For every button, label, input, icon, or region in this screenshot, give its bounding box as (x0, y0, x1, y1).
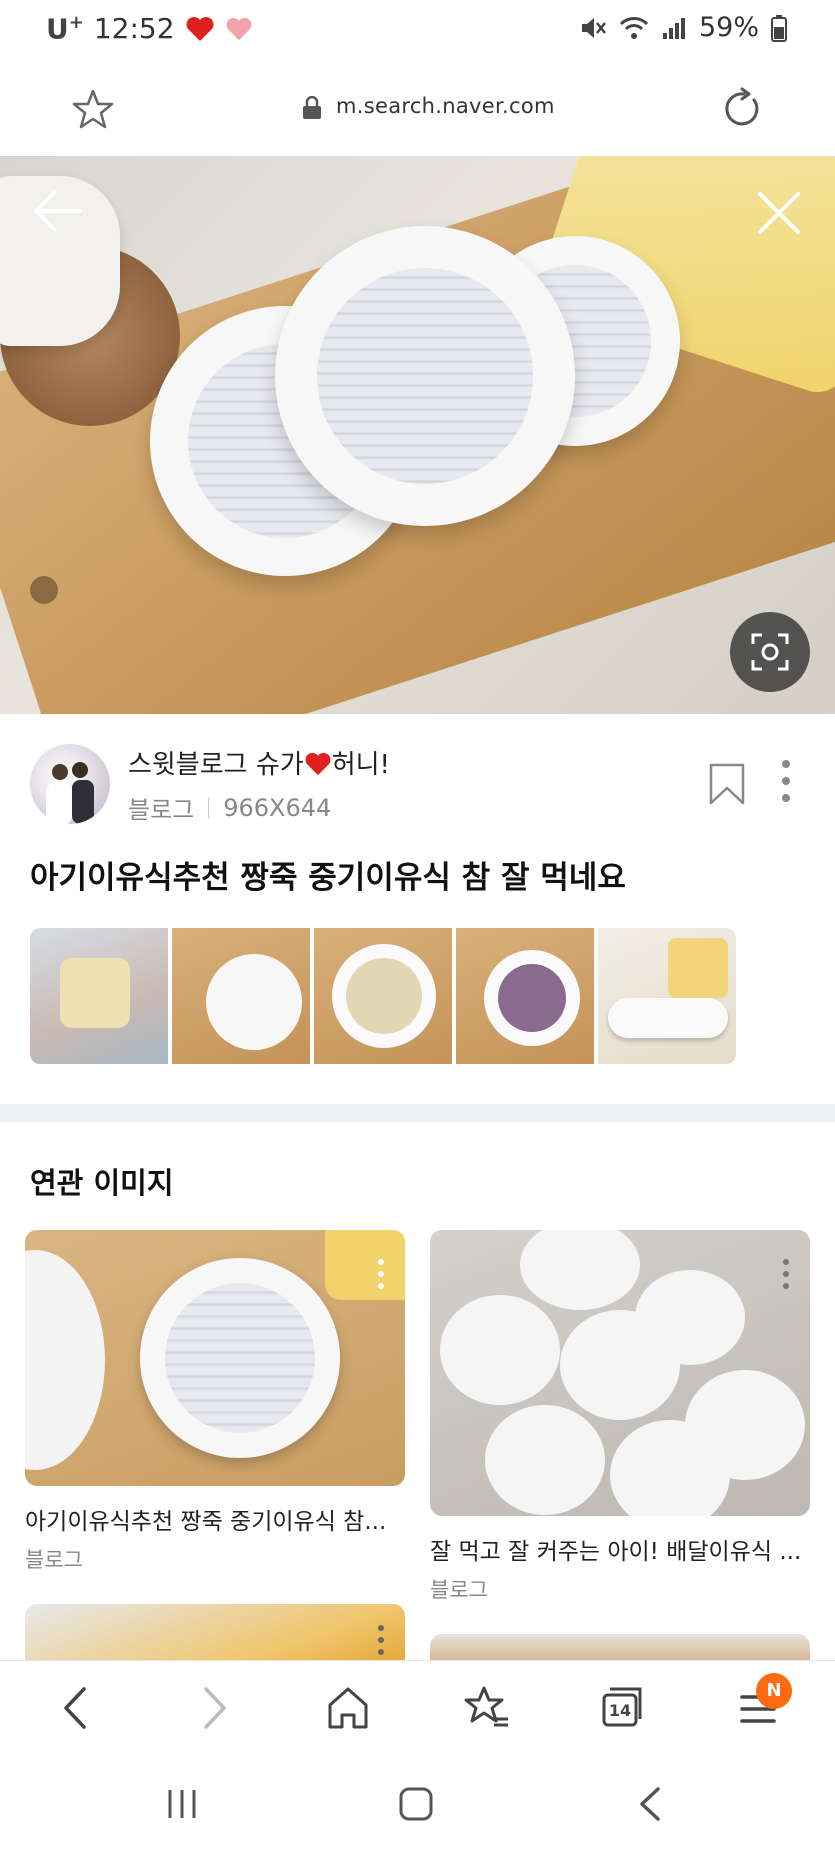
thumbnail[interactable] (598, 928, 736, 1064)
post-title[interactable]: 아기이유식추천 짱죽 중기이유식 참 잘 먹네요 (30, 852, 626, 897)
avatar[interactable] (30, 744, 110, 824)
signal-icon (662, 17, 685, 39)
home-icon[interactable] (326, 1685, 370, 1731)
wifi-icon (619, 16, 649, 39)
forward-icon[interactable] (196, 1685, 232, 1731)
related-card-image[interactable] (430, 1230, 810, 1516)
related-card-image[interactable] (25, 1230, 405, 1486)
more-vertical-icon[interactable] (782, 1258, 790, 1290)
food-cup (275, 226, 575, 526)
heart-icon (305, 752, 331, 776)
clock: 12:52 (93, 12, 175, 46)
thumbnail[interactable] (30, 928, 168, 1064)
tabs-count: 14 (608, 1701, 632, 1720)
status-bar: U+ 12:52 59% (0, 0, 835, 60)
lens-icon (751, 633, 789, 671)
tabs-button[interactable]: 14 (600, 1685, 644, 1729)
related-card[interactable]: 아기이유식추천 짱죽 중기이유식 참... 블로그 (25, 1230, 405, 1574)
back-arrow-icon[interactable] (30, 188, 84, 234)
bookmarks-icon[interactable] (462, 1685, 510, 1731)
back-icon[interactable] (58, 1685, 94, 1731)
thumbnail[interactable] (172, 928, 310, 1064)
battery-icon (771, 14, 787, 42)
more-vertical-icon[interactable] (377, 1258, 385, 1290)
section-divider (0, 1104, 835, 1122)
meta-divider (208, 796, 210, 819)
related-card-source: 블로그 (430, 1578, 488, 1602)
notification-badge: N (756, 1673, 792, 1709)
more-vertical-icon[interactable] (780, 758, 792, 804)
heart-outline-icon (226, 17, 252, 40)
image-dimensions: 966X644 (223, 793, 332, 822)
url-bar[interactable]: m.search.naver.com (0, 60, 835, 156)
system-back-icon[interactable] (636, 1786, 664, 1822)
related-card[interactable]: 잘 먹고 잘 커주는 아이! 배달이유식 ... 블로그 (430, 1230, 810, 1604)
more-vertical-icon[interactable] (377, 1624, 385, 1656)
thumbnail[interactable] (456, 928, 594, 1064)
source-label: 블로그 (128, 796, 195, 824)
thumbnail-strip (30, 928, 736, 1064)
related-card-caption[interactable]: 아기이유식추천 짱죽 중기이유식 참... (25, 1502, 405, 1536)
recent-apps-icon[interactable] (164, 1786, 200, 1822)
home-button-icon[interactable] (398, 1786, 434, 1822)
reload-icon[interactable] (720, 86, 764, 130)
related-card[interactable] (25, 1604, 405, 1664)
heart-icon (186, 16, 214, 41)
bookmark-icon[interactable] (708, 762, 746, 806)
url-text[interactable]: m.search.naver.com (336, 94, 555, 118)
post-info: 스윗블로그 슈가 허니! 블로그 966X644 아기이유식추천 짱죽 중기이유식… (0, 714, 835, 1104)
thumbnail[interactable] (314, 928, 452, 1064)
blogger-name[interactable]: 스윗블로그 슈가 허니! (128, 744, 390, 781)
lock-icon (303, 96, 321, 119)
system-nav-bar (0, 1756, 835, 1856)
status-left: U+ 12:52 (46, 12, 253, 45)
related-card-image[interactable] (25, 1604, 405, 1664)
hero-image[interactable] (0, 156, 835, 714)
post-meta: 블로그 966X644 (128, 790, 331, 825)
board-hole (30, 576, 58, 604)
mute-icon (581, 17, 606, 38)
browser-toolbar: 14 N (0, 1660, 835, 1756)
related-card-caption[interactable]: 잘 먹고 잘 커주는 아이! 배달이유식 ... (430, 1532, 810, 1566)
star-icon[interactable] (72, 88, 114, 130)
status-right: 59% (579, 12, 787, 43)
battery-percent: 59% (698, 12, 759, 43)
lens-button[interactable] (730, 612, 810, 692)
related-card-source: 블로그 (25, 1548, 83, 1572)
related-images-heading: 연관 이미지 (30, 1166, 174, 1200)
close-icon[interactable] (756, 190, 802, 236)
carrier-label: U+ (46, 12, 84, 46)
